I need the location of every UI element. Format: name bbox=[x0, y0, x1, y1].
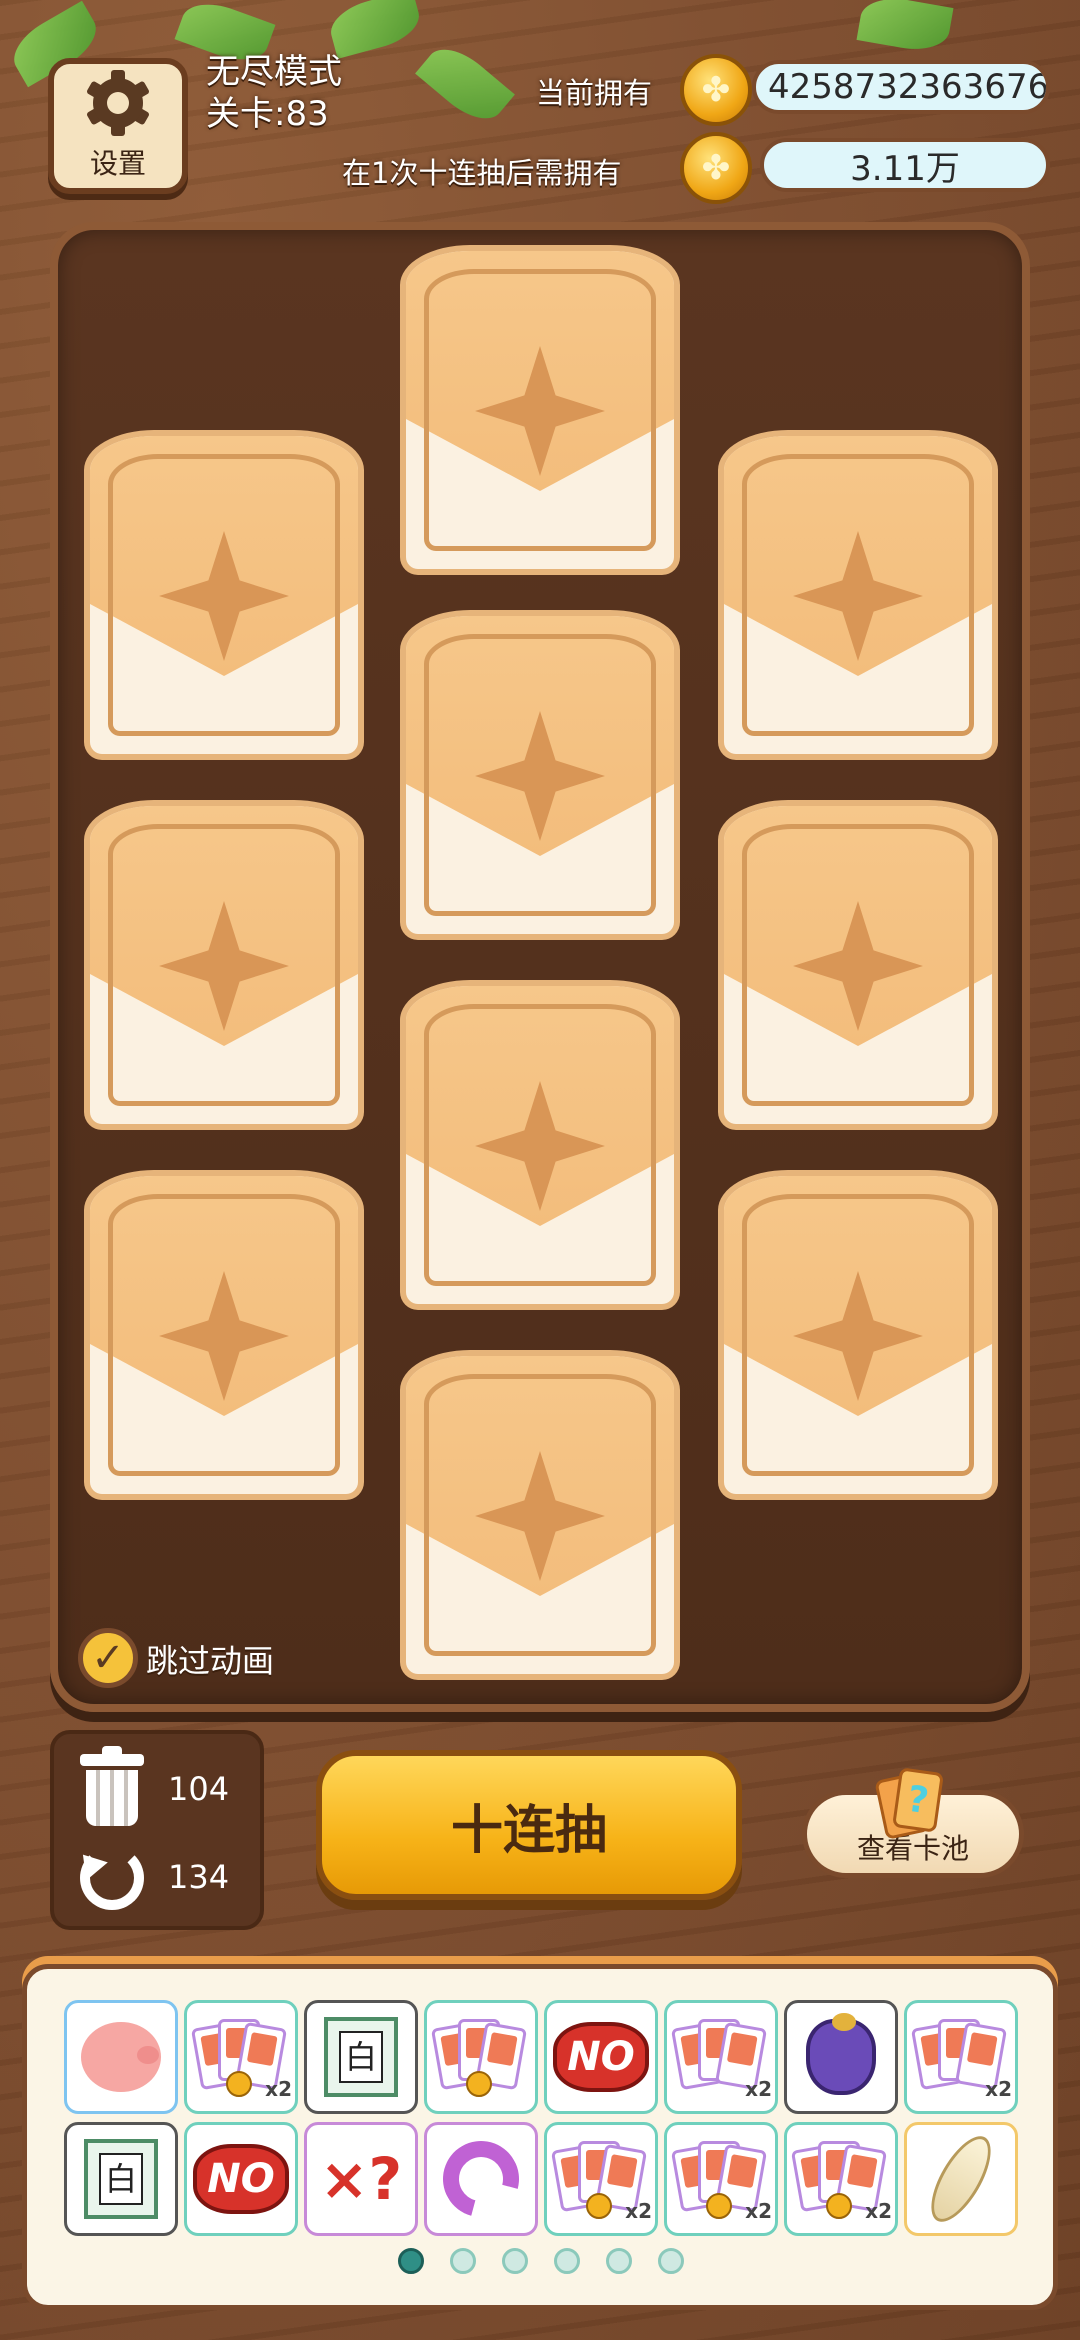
inventory-slot[interactable]: NO bbox=[184, 2122, 298, 2236]
need-label: 在1次十连抽后需拥有 bbox=[342, 156, 622, 190]
card-pack-coin-plus-icon bbox=[430, 2017, 528, 2097]
settings-button[interactable]: 设置 bbox=[48, 58, 188, 194]
gear-icon bbox=[85, 70, 151, 136]
inventory-slot[interactable] bbox=[784, 2000, 898, 2114]
inventory-item-label: ×? bbox=[319, 2145, 403, 2213]
face-down-card[interactable] bbox=[718, 1170, 998, 1500]
face-down-card[interactable] bbox=[718, 800, 998, 1130]
inventory-item-label: x2 bbox=[265, 2077, 292, 2101]
skip-animation-label: 跳过动画 bbox=[146, 1642, 275, 1680]
inventory-item-label: x2 bbox=[745, 2199, 772, 2223]
page-dot[interactable] bbox=[502, 2248, 528, 2274]
draw-ten-button[interactable]: 十连抽 bbox=[316, 1750, 742, 1900]
owned-value: 4258732363676 bbox=[752, 60, 1050, 114]
card-pack-coin-x2-icon: x2 bbox=[670, 2139, 772, 2223]
face-down-card[interactable] bbox=[84, 1170, 364, 1500]
inventory-slot[interactable]: x2 bbox=[544, 2122, 658, 2236]
undo-count: 134 bbox=[168, 1858, 230, 1896]
inventory-slot[interactable]: NO bbox=[544, 2000, 658, 2114]
inventory-item-label: NO bbox=[553, 2022, 649, 2092]
need-value-text: 3.11万 bbox=[850, 148, 960, 189]
card-pool-icon: ? bbox=[874, 1767, 944, 1846]
piggy-bank-icon bbox=[81, 2022, 161, 2092]
face-down-card[interactable] bbox=[400, 245, 680, 575]
inventory-slot[interactable] bbox=[424, 2122, 538, 2236]
undo-arrow-icon bbox=[429, 2127, 533, 2231]
level-text: 关卡:83 bbox=[206, 94, 329, 134]
inventory-item-label: x2 bbox=[865, 2199, 892, 2223]
mahjong-white-tile-icon: 白 bbox=[84, 2139, 158, 2219]
face-down-card[interactable] bbox=[718, 430, 998, 760]
settings-label: 设置 bbox=[89, 147, 146, 180]
owned-label: 当前拥有 bbox=[536, 76, 653, 110]
face-down-card[interactable] bbox=[400, 980, 680, 1310]
card-pack-coin-x2-icon: x2 bbox=[190, 2017, 292, 2101]
page-dot[interactable] bbox=[450, 2248, 476, 2274]
face-down-card[interactable] bbox=[84, 430, 364, 760]
card-pack-x2-icon: x2 bbox=[670, 2017, 772, 2101]
card-pack-coin-x2-icon: x2 bbox=[790, 2139, 892, 2223]
owned-value-text: 4258732363676 bbox=[768, 67, 1050, 107]
clover-coin-icon: ✤ bbox=[680, 132, 752, 204]
mahjong-white-tile-icon: 白 bbox=[324, 2017, 398, 2097]
trash-count: 104 bbox=[168, 1770, 230, 1808]
inventory-item-label: x2 bbox=[625, 2199, 652, 2223]
card-pack-coin-x2-icon: x2 bbox=[550, 2139, 652, 2223]
inventory-slot[interactable]: x2 bbox=[904, 2000, 1018, 2114]
inventory-slot[interactable] bbox=[424, 2000, 538, 2114]
inventory-slot[interactable]: x2 bbox=[184, 2000, 298, 2114]
inventory-slot[interactable]: 白 bbox=[304, 2000, 418, 2114]
trash-icon[interactable] bbox=[80, 1746, 144, 1826]
page-dot[interactable] bbox=[398, 2248, 424, 2274]
face-down-card[interactable] bbox=[400, 610, 680, 940]
skip-animation-checkbox[interactable]: ✓ bbox=[78, 1628, 138, 1688]
inventory-item-label: NO bbox=[193, 2144, 289, 2214]
inventory-slot[interactable]: x2 bbox=[664, 2000, 778, 2114]
tools-panel: 104 134 bbox=[50, 1730, 264, 1930]
inventory-slot[interactable] bbox=[64, 2000, 178, 2114]
card-pack-x2-icon: x2 bbox=[910, 2017, 1012, 2101]
page-dot[interactable] bbox=[658, 2248, 684, 2274]
inventory-slot[interactable]: x2 bbox=[664, 2122, 778, 2236]
page-dot[interactable] bbox=[554, 2248, 580, 2274]
inventory-slot[interactable]: 白 bbox=[64, 2122, 178, 2236]
face-down-card[interactable] bbox=[84, 800, 364, 1130]
inventory-item-label: 白 bbox=[99, 2153, 143, 2205]
page-dot[interactable] bbox=[606, 2248, 632, 2274]
mode-title: 无尽模式 bbox=[206, 52, 342, 92]
inventory-item-label: x2 bbox=[745, 2077, 772, 2101]
inventory-item-label: x2 bbox=[985, 2077, 1012, 2101]
feather-charm-icon bbox=[919, 2127, 1003, 2231]
need-value: 3.11万 bbox=[760, 138, 1050, 192]
inventory-slot[interactable]: ×? bbox=[304, 2122, 418, 2236]
inventory-slot[interactable]: x2 bbox=[784, 2122, 898, 2236]
face-down-card[interactable] bbox=[400, 1350, 680, 1680]
coin-icon: ✤ bbox=[680, 54, 752, 126]
inventory-item-label: 白 bbox=[339, 2031, 383, 2083]
lucky-bag-icon bbox=[806, 2013, 876, 2095]
inventory-slot[interactable] bbox=[904, 2122, 1018, 2236]
undo-icon[interactable] bbox=[72, 1845, 144, 1910]
